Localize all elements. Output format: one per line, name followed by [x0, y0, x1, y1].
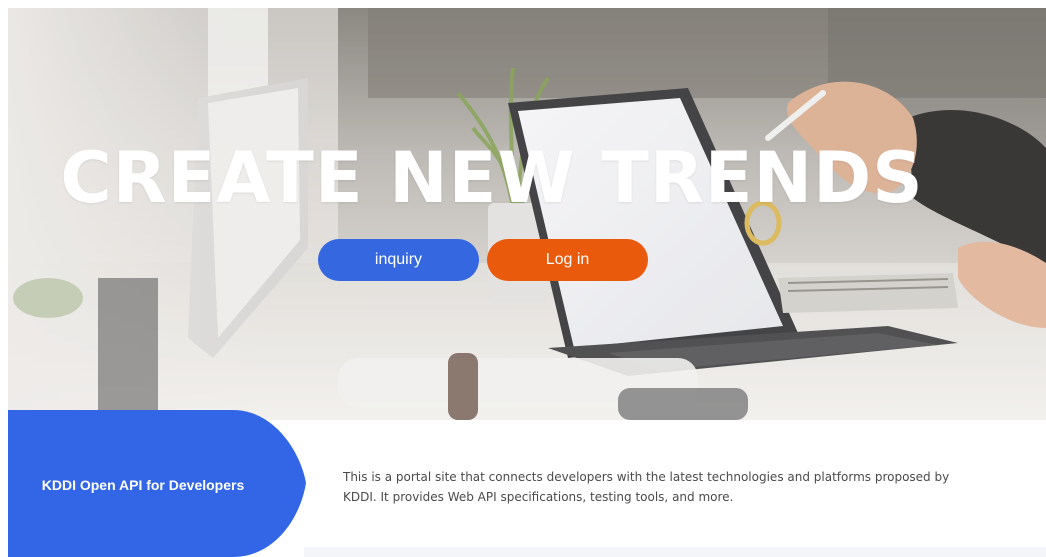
- intro-title: KDDI Open API for Developers: [41, 477, 245, 493]
- hero-banner: CREATE NEW TRENDS inquiry Log in: [8, 8, 1046, 420]
- intro-description: This is a portal site that connects deve…: [343, 470, 950, 504]
- section-divider-strip: [304, 547, 1046, 557]
- hero-title: CREATE NEW TRENDS: [60, 137, 924, 219]
- page: CREATE NEW TRENDS inquiry Log in KDDI Op…: [0, 0, 1046, 557]
- intro-section: KDDI Open API for Developers This is a p…: [8, 410, 1046, 557]
- login-button[interactable]: Log in: [487, 239, 648, 281]
- inquiry-button[interactable]: inquiry: [318, 239, 479, 281]
